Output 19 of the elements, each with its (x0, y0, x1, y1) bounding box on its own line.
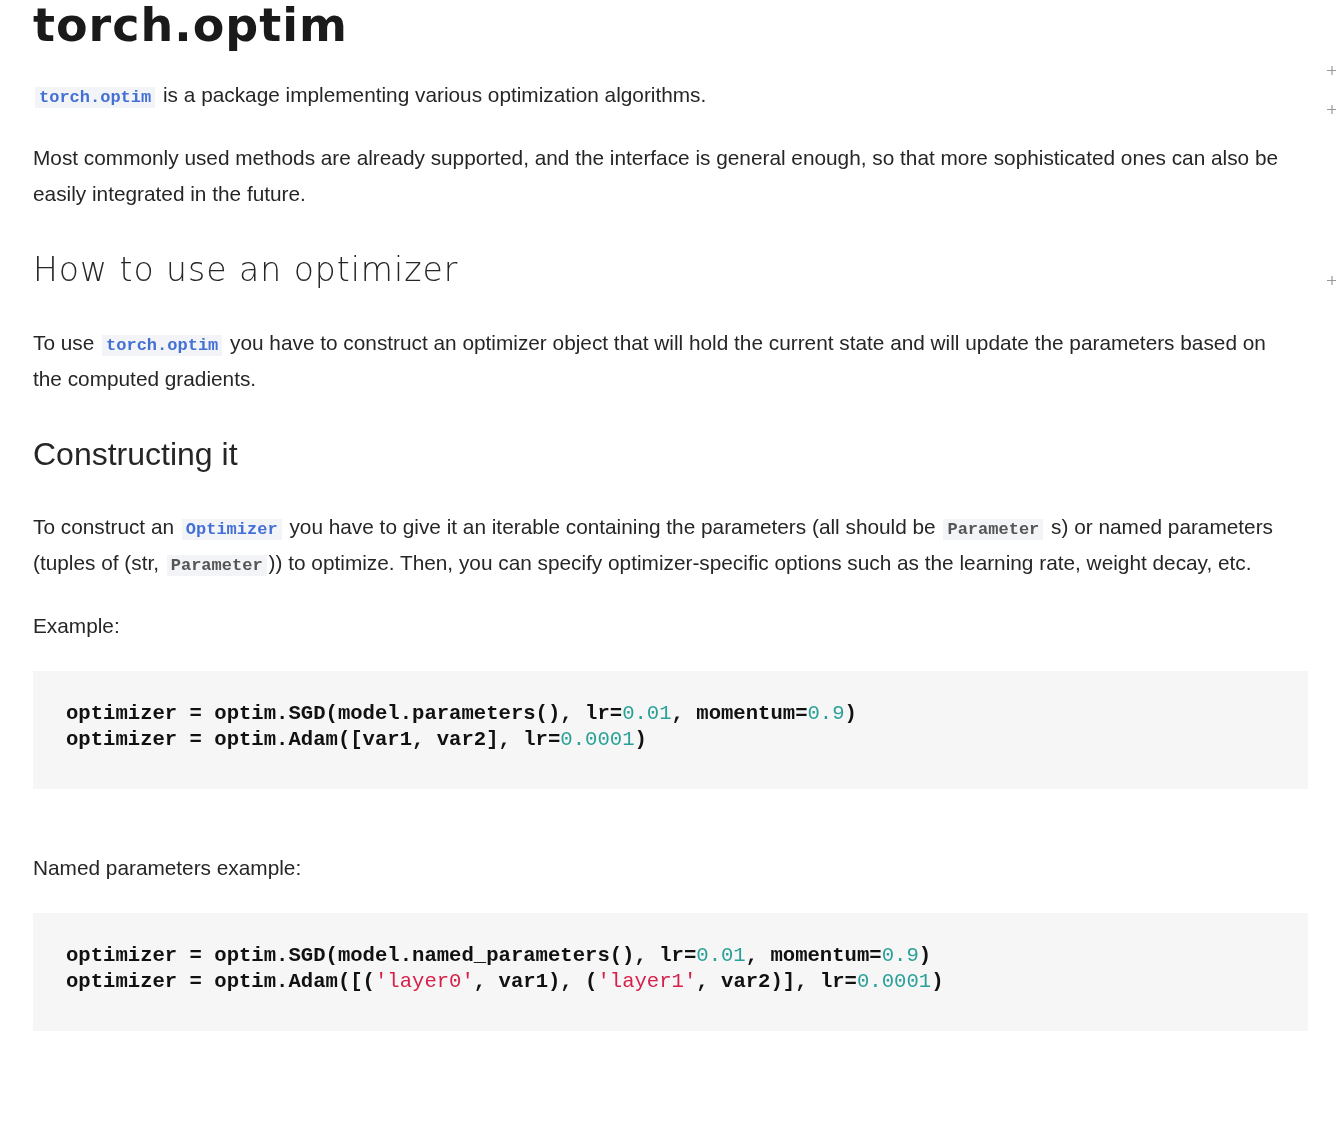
paragraph: To use torch.optim you have to construct an optimizer object that will hold the current state and will update the parameters based on the computed gradients. (33, 330, 1267, 392)
code-link[interactable]: torch.optim (35, 87, 156, 108)
code-line: optimizer = optim.SGD(model.parameters(), lr=0.01, momentum=0.9) (66, 701, 857, 727)
page-title: torch.optim (33, 0, 349, 50)
code-line: optimizer = optim.Adam([var1, var2], lr=0.0001) (66, 727, 647, 753)
section-heading: Constructing it (33, 435, 239, 474)
paragraph: Named parameters example: (33, 855, 303, 881)
code-link[interactable]: torch.optim (102, 335, 223, 356)
paragraph: Example: (33, 613, 121, 639)
paragraph: torch.optim is a package implementing various optimization algorithms. (33, 77, 1283, 113)
paragraph: Most commonly used methods are already supported, and the interface is general enough, so that more sophisticated ones can also be easily integrated in the future. (33, 145, 1280, 207)
plus-icon[interactable] (1327, 105, 1336, 114)
code-line: optimizer = optim.SGD(model.named_parameters(), lr=0.01, momentum=0.9) (66, 943, 932, 969)
section-heading: How to use an optimizer (33, 249, 460, 291)
plus-icon[interactable] (1327, 66, 1336, 75)
plus-icon[interactable] (1327, 276, 1336, 285)
paragraph: To construct an Optimizer you have to give it an iterable containing the parameters (all should be Parameter s) or named parameters (tuples of (str, Parameter )) to optimize. Then, you can specify optimizer-specific options such as the learning rate, weight decay, etc. (33, 514, 1274, 578)
code-link[interactable]: Optimizer (181, 519, 282, 540)
code-line: optimizer = optim.Adam([('layer0', var1), ('layer1', var2)], lr=0.0001) (66, 969, 944, 995)
